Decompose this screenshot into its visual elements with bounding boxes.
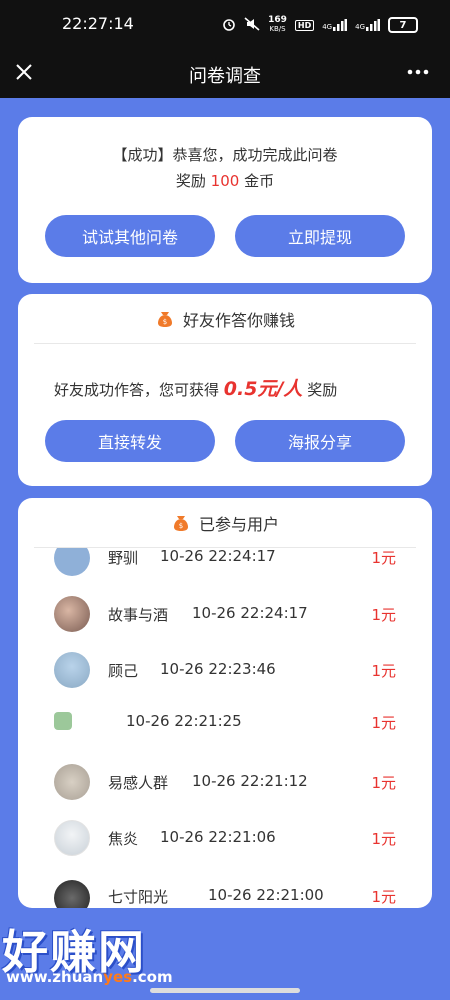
reward-amount: 1元 [371, 774, 396, 792]
participants-card: $ 已参与用户 野驯 10-26 22:24:17 1元 故事与酒 10-26 … [18, 498, 432, 908]
participants-title: 已参与用户 [198, 515, 279, 534]
alarm-icon [222, 17, 236, 34]
user-name: 顾己 [108, 662, 139, 680]
direct-forward-button[interactable]: 直接转发 [45, 420, 215, 462]
more-options-icon[interactable] [406, 60, 430, 90]
withdraw-now-button[interactable]: 立即提现 [235, 215, 405, 257]
avatar [54, 596, 90, 632]
status-icons: 169 KB/S HD 4G 4G 7 [222, 16, 418, 34]
invite-header: $ 好友作答你赚钱 [18, 294, 432, 344]
divider [34, 343, 416, 344]
nav-bar: 问卷调查 [0, 50, 450, 98]
list-item: 故事与酒 10-26 22:24:17 1元 [18, 588, 432, 644]
join-time: 10-26 22:23:46 [160, 660, 276, 678]
invite-card: $ 好友作答你赚钱 好友成功作答，您可获得 0.5元/人 奖励 直接转发 海报分… [18, 294, 432, 486]
user-name: 焦炎 [108, 830, 139, 848]
reward-amount: 1元 [371, 714, 396, 732]
battery-icon: 7 [388, 17, 418, 33]
watermark-url: www.zhuanyes.com [6, 968, 173, 986]
reward-amount: 100 [210, 172, 240, 190]
reward-message: 奖励 100 金币 [18, 170, 432, 191]
reward-prefix: 奖励 [175, 172, 206, 190]
reward-amount: 1元 [371, 662, 396, 680]
avatar [54, 712, 72, 730]
watermark-url-c: .com [132, 968, 173, 986]
list-item: 易感人群 10-26 22:21:12 1元 [18, 756, 432, 812]
invite-amount: 0.5元/人 [223, 378, 303, 400]
status-time: 22:27:14 [62, 14, 134, 33]
signal-icon-1: 4G [322, 19, 348, 31]
signal-icon-2: 4G [355, 19, 380, 31]
result-card: 【成功】恭喜您，成功完成此问卷 奖励 100 金币 试试其他问卷 立即提现 [18, 117, 432, 283]
svg-text:$: $ [179, 522, 183, 530]
invite-title: 好友作答你赚钱 [182, 311, 295, 330]
join-time: 10-26 22:24:17 [160, 548, 276, 565]
join-time: 10-26 22:24:17 [192, 604, 308, 622]
join-time: 10-26 22:21:06 [160, 828, 276, 846]
invite-text-prefix: 好友成功作答，您可获得 [54, 381, 220, 399]
user-name: 野驯 [108, 549, 139, 567]
list-item: 野驯 10-26 22:24:17 1元 [18, 548, 432, 586]
try-other-survey-button[interactable]: 试试其他问卷 [45, 215, 215, 257]
success-text: 恭喜您，成功完成此问卷 [172, 146, 338, 164]
svg-text:$: $ [163, 318, 167, 326]
net-speed: 169 KB/S [268, 16, 287, 34]
invite-text: 好友成功作答，您可获得 0.5元/人 奖励 [54, 374, 337, 401]
reward-amount: 1元 [371, 606, 396, 624]
hd-icon: HD [294, 19, 315, 31]
page-title: 问卷调查 [189, 66, 261, 87]
mute-icon [244, 16, 260, 34]
user-name: 易感人群 [108, 774, 169, 792]
list-item: 顾己 10-26 22:23:46 1元 [18, 644, 432, 700]
money-bag-icon: $ [171, 513, 191, 533]
status-bar: 22:27:14 169 KB/S HD 4G 4G 7 [0, 0, 450, 50]
avatar [54, 764, 90, 800]
signal-label-1: 4G [322, 23, 333, 31]
avatar [54, 820, 90, 856]
join-time: 10-26 22:21:25 [126, 712, 242, 730]
user-name: 故事与酒 [108, 606, 169, 624]
poster-share-button[interactable]: 海报分享 [235, 420, 405, 462]
invite-text-suffix: 奖励 [307, 381, 338, 399]
user-name: 七寸阳光 [108, 888, 169, 906]
join-time: 10-26 22:21:00 [208, 886, 324, 904]
signal-label-2: 4G [355, 23, 365, 31]
site-watermark: 好赚网 www.zhuanyes.com [0, 912, 260, 992]
success-tag: 【成功】 [112, 146, 173, 164]
reward-amount: 1元 [371, 830, 396, 848]
reward-unit: 金币 [244, 172, 275, 190]
avatar [54, 652, 90, 688]
list-item: 七寸阳光 10-26 22:21:00 1元 [18, 870, 432, 908]
list-item: 10-26 22:21:25 1元 [18, 694, 432, 750]
avatar [54, 880, 90, 908]
reward-amount: 1元 [371, 888, 396, 906]
participants-header: $ 已参与用户 [18, 498, 432, 548]
net-speed-unit: KB/S [269, 25, 286, 33]
net-speed-value: 169 [268, 15, 287, 25]
join-time: 10-26 22:21:12 [192, 772, 308, 790]
success-message: 【成功】恭喜您，成功完成此问卷 [18, 144, 432, 165]
list-item: 焦炎 10-26 22:21:06 1元 [18, 812, 432, 868]
money-bag-icon: $ [155, 309, 175, 329]
avatar [54, 548, 90, 576]
home-indicator[interactable] [150, 988, 300, 993]
participants-list[interactable]: 野驯 10-26 22:24:17 1元 故事与酒 10-26 22:24:17… [18, 548, 432, 908]
reward-amount: 1元 [371, 549, 396, 567]
watermark-url-b: yes [103, 968, 133, 986]
watermark-url-a: www.zhuan [6, 968, 104, 986]
